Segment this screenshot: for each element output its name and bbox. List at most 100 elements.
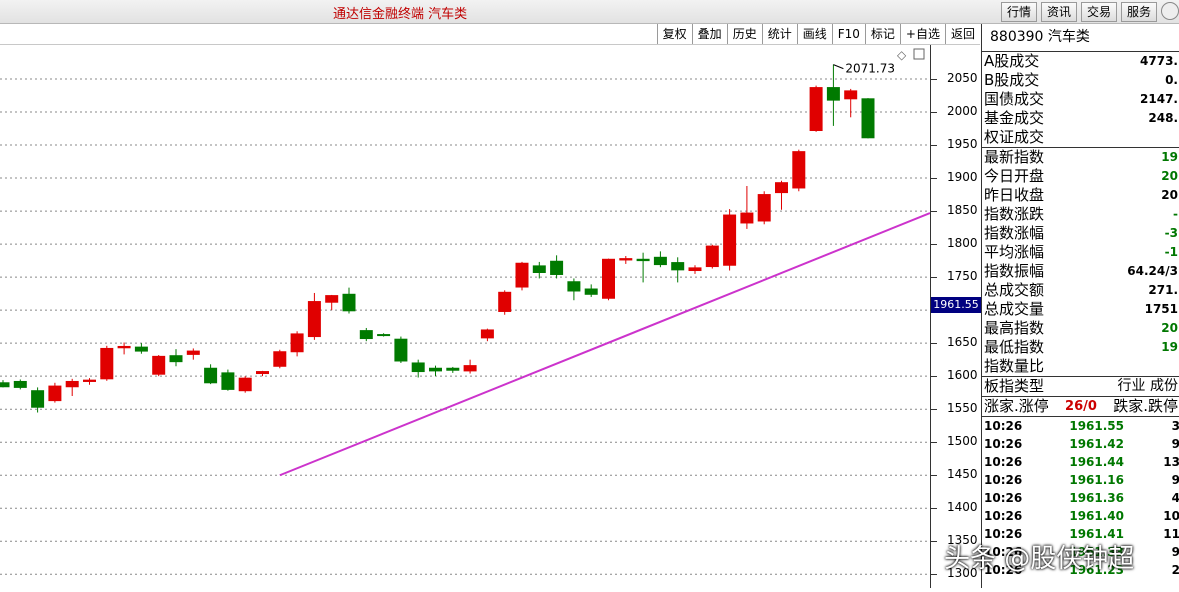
candle-49[interactable]: [844, 88, 858, 118]
candle-45[interactable]: [775, 180, 788, 210]
f10-button[interactable]: F10: [831, 24, 865, 44]
history-button[interactable]: 历史: [726, 24, 762, 44]
diamond-icon[interactable]: ◇: [897, 48, 907, 62]
candle-body: [307, 301, 321, 338]
candle-46[interactable]: [792, 149, 806, 192]
candle-50[interactable]: [861, 98, 875, 139]
candle-11[interactable]: [186, 348, 200, 360]
turnover-row-1-label: B股成交: [984, 71, 1040, 89]
candle-16[interactable]: [273, 349, 287, 369]
candle-44[interactable]: [757, 191, 771, 225]
tick-row: 10:26 1961.364: [982, 489, 1179, 507]
ytick-mark-1950: [931, 145, 937, 147]
index-row-4-label: 指数涨幅: [984, 224, 1045, 242]
candle-35[interactable]: [602, 258, 615, 301]
candle-body: [13, 380, 27, 388]
add-watchlist-button[interactable]: +自选: [899, 24, 945, 44]
draw-line-button[interactable]: 画线: [796, 24, 832, 44]
candle-13[interactable]: [221, 369, 235, 391]
candle-38[interactable]: [653, 251, 667, 268]
candle-30[interactable]: [515, 261, 529, 291]
index-row-11-label: 指数量比: [984, 357, 1045, 375]
kline-chart-area[interactable]: 2071.73 ◇: [0, 45, 931, 588]
menu-news-button[interactable]: 资讯: [1040, 2, 1077, 22]
candle-body: [31, 390, 45, 408]
candle-15[interactable]: [256, 370, 269, 377]
candle-21[interactable]: [359, 327, 373, 342]
candle-42[interactable]: [723, 209, 737, 271]
candle-4[interactable]: [65, 378, 79, 396]
turnover-row-1-value: 0.: [1165, 73, 1178, 87]
candle-31[interactable]: [532, 261, 546, 279]
index-row-8-value: 1751: [1144, 302, 1178, 316]
candle-9[interactable]: [152, 355, 166, 377]
candle-33[interactable]: [567, 278, 581, 301]
tick-row: 10:26 1961.40 10: [982, 507, 1179, 525]
candle-1[interactable]: [13, 379, 27, 390]
candle-12[interactable]: [204, 364, 218, 385]
candle-8[interactable]: [134, 343, 148, 354]
candle-3[interactable]: [48, 382, 62, 403]
tick-price: 1961.16: [1069, 473, 1124, 487]
menu-quotes-button[interactable]: 行情: [1000, 2, 1037, 22]
restore-rights-button[interactable]: 复权: [656, 24, 692, 44]
ytick-mark-1550: [931, 409, 937, 411]
limit-down-label: 跌家.跌停: [1113, 397, 1178, 415]
candle-24[interactable]: [411, 359, 425, 378]
tick-volume: 2: [1124, 561, 1179, 579]
tick-volume: 9: [1124, 435, 1179, 453]
candle-20[interactable]: [342, 287, 356, 314]
back-button[interactable]: 返回: [944, 24, 980, 44]
candle-14[interactable]: [238, 376, 252, 393]
window-control-icon[interactable]: [1161, 2, 1179, 20]
candle-36[interactable]: [619, 255, 633, 264]
candle-body: [671, 262, 685, 271]
candle-body: [325, 295, 339, 303]
candle-body: [480, 329, 494, 339]
candle-48[interactable]: [826, 64, 840, 126]
panel-toggle-icon[interactable]: [913, 48, 925, 60]
candle-body: [152, 355, 166, 375]
index-row-0-label: 最新指数: [984, 148, 1045, 166]
ytick-label-2050: 2050: [947, 71, 978, 85]
ytick-mark-2050: [931, 79, 937, 80]
candle-23[interactable]: [394, 336, 408, 363]
candle-28[interactable]: [480, 328, 494, 342]
candle-37[interactable]: [636, 252, 650, 283]
kline-chart[interactable]: 2071.73◇: [0, 45, 931, 588]
candle-34[interactable]: [584, 284, 598, 297]
candle-22[interactable]: [377, 333, 391, 337]
index-row-2-value: 20: [1161, 188, 1178, 202]
candle-25[interactable]: [429, 365, 442, 377]
ytick-mark-1650: [931, 343, 937, 345]
index-row-5-value: -1: [1164, 245, 1178, 259]
candle-18[interactable]: [307, 292, 321, 340]
candle-10[interactable]: [169, 349, 183, 367]
overlay-button[interactable]: 叠加: [691, 24, 727, 44]
candle-43[interactable]: [740, 185, 754, 229]
candle-27[interactable]: [463, 359, 477, 374]
trendline[interactable]: [279, 212, 931, 477]
menu-trade-button[interactable]: 交易: [1080, 2, 1117, 22]
candle-5[interactable]: [83, 378, 96, 385]
candle-body: [359, 330, 373, 340]
candle-47[interactable]: [809, 85, 823, 132]
candle-26[interactable]: [446, 366, 460, 373]
candle-39[interactable]: [671, 257, 685, 283]
index-row-0-value: 19: [1161, 150, 1178, 164]
menu-service-button[interactable]: 服务: [1120, 2, 1157, 22]
index-row-9-value: 20: [1161, 321, 1178, 335]
candle-19[interactable]: [325, 294, 339, 311]
candle-41[interactable]: [705, 244, 719, 269]
statistics-button[interactable]: 统计: [761, 24, 797, 44]
candle-7[interactable]: [117, 342, 131, 355]
candle-29[interactable]: [498, 290, 512, 315]
candle-40[interactable]: [688, 265, 702, 274]
candle-32[interactable]: [550, 255, 564, 279]
candle-6[interactable]: [100, 345, 114, 381]
candle-body: [844, 90, 858, 100]
candle-0[interactable]: [0, 380, 10, 388]
high-annotation-pointer: [833, 64, 844, 70]
mark-button[interactable]: 标记: [864, 24, 900, 44]
candle-17[interactable]: [290, 331, 304, 357]
